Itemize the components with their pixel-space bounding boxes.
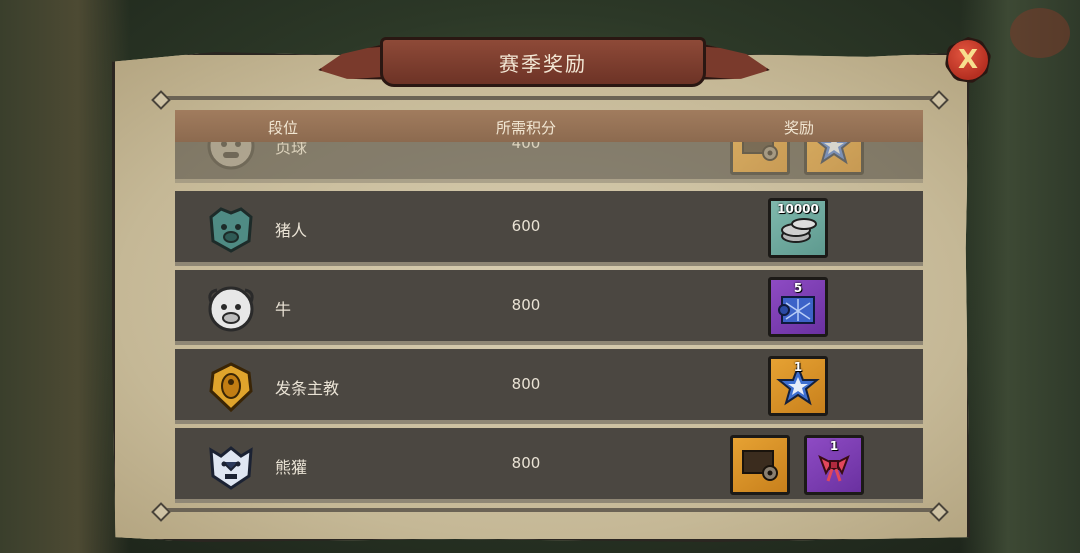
background-right — [960, 0, 1080, 553]
required-points: 800 — [511, 296, 541, 314]
clockwork-bishop-badge-icon — [209, 362, 253, 413]
table-row: 牛 800 5 — [175, 270, 923, 345]
reward-item[interactable] — [730, 435, 790, 495]
beefalo-badge-icon — [208, 286, 254, 332]
table-header: 段位 所需积分 奖励 — [175, 110, 923, 142]
reward-item[interactable] — [804, 142, 864, 175]
required-points: 800 — [511, 375, 541, 393]
table-row: 页球 400 — [175, 142, 923, 183]
reward-item[interactable]: 10000 — [768, 198, 828, 258]
board-gear-icon — [742, 450, 778, 481]
required-points: 400 — [511, 142, 541, 152]
panel-divider-bottom — [160, 508, 940, 512]
pigman-badge-icon — [209, 207, 253, 253]
reward-item[interactable] — [730, 142, 790, 175]
reward-quantity: 1 — [793, 360, 803, 374]
reward-item[interactable]: 1 — [768, 356, 828, 416]
column-header-rank: 段位 — [267, 119, 299, 137]
reward-quantity: 1 — [829, 439, 839, 453]
rank-name: 页球 — [275, 142, 308, 157]
reward-quantity: 5 — [793, 281, 803, 295]
rank-name: 发条主教 — [275, 379, 340, 398]
star-crystal-icon — [817, 142, 851, 165]
table-row: 熊獾 800 1 — [175, 428, 923, 503]
background-left — [0, 0, 130, 553]
reward-quantity: 10000 — [777, 202, 819, 216]
table-row: 猪人 600 10000 — [175, 191, 923, 266]
table-row: 发条主教 800 1 — [175, 349, 923, 424]
title-banner: 赛季奖励 — [380, 37, 706, 87]
column-header-reward: 奖励 — [783, 119, 815, 137]
column-header-points: 所需积分 — [495, 119, 557, 137]
rank-name: 猪人 — [275, 221, 308, 240]
background-decoration — [1010, 8, 1070, 58]
rank-name: 牛 — [275, 300, 292, 319]
boar-badge-icon — [207, 142, 255, 170]
bearger-badge-icon — [209, 446, 253, 490]
page-title: 赛季奖励 — [499, 51, 587, 76]
board-gear-icon — [742, 142, 778, 161]
panel-divider-top — [160, 96, 940, 100]
reward-item[interactable]: 5 — [768, 277, 828, 337]
required-points: 800 — [511, 454, 541, 472]
required-points: 600 — [511, 217, 541, 235]
rank-name: 熊獾 — [275, 458, 308, 477]
rewards-list[interactable]: 页球 400 猪人 600 10000 牛 800 5 发条主教 800 1 熊… — [175, 142, 923, 504]
close-icon: X — [957, 45, 979, 75]
reward-item[interactable]: 1 — [804, 435, 864, 495]
